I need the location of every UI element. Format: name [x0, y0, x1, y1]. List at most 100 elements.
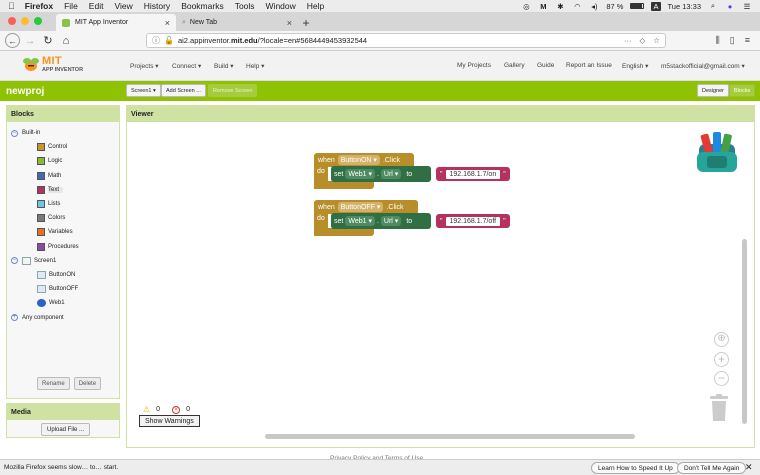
property-dropdown[interactable]: Url ▾ — [380, 216, 402, 226]
designer-button[interactable]: Designer — [697, 84, 730, 97]
menu-tools[interactable]: Tools — [235, 1, 255, 11]
drawer-colors[interactable]: Colors — [11, 211, 119, 225]
gallery-link[interactable]: Gallery — [504, 62, 525, 69]
battery-icon[interactable] — [630, 3, 645, 9]
projects-menu[interactable]: Projects ▾ — [130, 62, 159, 70]
help-menu[interactable]: Help ▾ — [246, 62, 264, 70]
new-tab-button[interactable]: + — [298, 14, 314, 31]
apple-menu-icon[interactable]:  — [8, 1, 15, 11]
menu-app-name[interactable]: Firefox — [25, 1, 53, 11]
close-window-icon[interactable] — [8, 17, 16, 25]
home-button[interactable]: ⌂ — [58, 33, 74, 49]
menu-view[interactable]: View — [114, 1, 132, 11]
account-menu[interactable]: m5stackofficial@gmail.com ▾ — [661, 62, 745, 70]
tree-any-component[interactable]: + Any component — [11, 310, 119, 324]
expand-toggle-icon[interactable]: + — [11, 314, 18, 322]
pocket-icon[interactable]: ◇ — [639, 36, 645, 45]
tree-screen1[interactable]: − Screen1 — [11, 254, 119, 268]
text-string-block[interactable]: " 192.168.1.7/on " — [436, 167, 510, 181]
target-dropdown[interactable]: Web1 ▾ — [345, 169, 375, 179]
menu-window[interactable]: Window — [266, 1, 296, 11]
menu-help[interactable]: Help — [307, 1, 324, 11]
status-circle-icon[interactable]: ◎ — [521, 2, 531, 11]
event-block-buttonoff-click[interactable]: when ButtonOFF ▾ .Click do set Web1 ▾ . … — [314, 200, 514, 240]
recenter-icon[interactable]: ⊕ — [714, 332, 729, 347]
hamburger-menu-icon[interactable]: ≡ — [745, 35, 750, 46]
blocks-button[interactable]: Blocks — [729, 84, 756, 97]
drawer-procedures[interactable]: Procedures — [11, 240, 119, 254]
back-button[interactable]: ← — [5, 33, 20, 48]
horizontal-scrollbar[interactable] — [265, 434, 635, 439]
drawer-variables[interactable]: Variables — [11, 225, 119, 239]
set-property-block[interactable]: set Web1 ▾ . Url ▾ to — [331, 213, 432, 229]
report-issue-link[interactable]: Report an Issue — [566, 62, 612, 69]
trash-icon[interactable] — [709, 394, 729, 422]
guide-link[interactable]: Guide — [537, 62, 554, 69]
string-value-field[interactable]: 192.168.1.7/on — [445, 169, 501, 179]
reload-button[interactable]: ↻ — [40, 33, 56, 49]
component-dropdown[interactable]: ButtonOFF ▾ — [337, 202, 384, 212]
menu-history[interactable]: History — [144, 1, 170, 11]
component-buttonon[interactable]: ButtonON — [11, 268, 119, 282]
menu-bookmarks[interactable]: Bookmarks — [181, 1, 224, 11]
component-web1[interactable]: Web1 — [11, 296, 119, 310]
menu-edit[interactable]: Edit — [89, 1, 104, 11]
m-app-icon[interactable]: M — [538, 2, 548, 11]
property-dropdown[interactable]: Url ▾ — [380, 169, 402, 179]
remove-screen-button[interactable]: Remove Screen — [208, 84, 258, 97]
drawer-logic[interactable]: Logic — [11, 154, 119, 168]
delete-button[interactable]: Delete — [73, 377, 102, 390]
vertical-scrollbar[interactable] — [742, 239, 747, 424]
mit-app-inventor-logo[interactable]: MIT APP INVENTOR — [22, 54, 92, 78]
component-buttonoff[interactable]: ButtonOFF — [11, 282, 119, 296]
blocks-workspace[interactable]: when ButtonON ▾ .Click do set Web1 ▾ . U… — [127, 122, 754, 447]
screen-select-button[interactable]: Screen1 ▾ — [126, 84, 161, 97]
tab-mit-app-inventor[interactable]: MIT App Inventor × — [56, 14, 176, 31]
text-string-block[interactable]: " 192.168.1.7/off " — [436, 214, 510, 228]
close-notification-icon[interactable]: ✕ — [745, 462, 753, 473]
dont-tell-again-button[interactable]: Don't Tell Me Again — [677, 462, 747, 474]
volume-icon[interactable]: ◂) — [589, 2, 599, 11]
battery-percent[interactable]: 87 % — [606, 2, 623, 11]
menu-file[interactable]: File — [64, 1, 78, 11]
sidebar-icon[interactable]: ▯ — [730, 35, 735, 46]
input-source-icon[interactable]: A — [651, 1, 661, 11]
url-bar[interactable]: ⓘ 🔓 ai2.appinventor. mit.edu/?locale=en#5… — [146, 33, 666, 48]
site-info-icon[interactable]: ⓘ — [152, 35, 160, 46]
notification-center-icon[interactable]: ☰ — [742, 2, 752, 11]
collapse-toggle-icon[interactable]: − — [11, 257, 18, 265]
build-menu[interactable]: Build ▾ — [214, 62, 234, 70]
upload-file-button[interactable]: Upload File ... — [41, 423, 91, 436]
connect-menu[interactable]: Connect ▾ — [172, 62, 201, 70]
tab-new-tab[interactable]: ⌕ New Tab × — [176, 14, 298, 31]
siri-icon[interactable]: ● — [725, 2, 735, 11]
forward-button[interactable]: → — [22, 33, 38, 49]
rename-button[interactable]: Rename — [37, 377, 70, 390]
drawer-text[interactable]: Text — [11, 183, 119, 197]
event-block-buttonon-click[interactable]: when ButtonON ▾ .Click do set Web1 ▾ . U… — [314, 153, 514, 193]
library-icon[interactable]: ⫼ — [716, 35, 720, 46]
wifi-icon[interactable]: ◠ — [572, 2, 582, 11]
bluetooth-icon[interactable]: ✱ — [555, 2, 565, 11]
backpack-icon[interactable] — [693, 130, 741, 174]
component-dropdown[interactable]: ButtonON ▾ — [337, 155, 380, 165]
minimize-window-icon[interactable] — [21, 17, 29, 25]
zoom-window-icon[interactable] — [34, 17, 42, 25]
target-dropdown[interactable]: Web1 ▾ — [345, 216, 375, 226]
set-property-block[interactable]: set Web1 ▾ . Url ▾ to — [331, 166, 432, 182]
tab-close-icon[interactable]: × — [287, 18, 292, 28]
clock[interactable]: Tue 13:33 — [668, 2, 702, 11]
tab-close-icon[interactable]: × — [165, 18, 170, 28]
add-screen-button[interactable]: Add Screen ... — [161, 84, 206, 97]
page-actions-icon[interactable]: ··· — [624, 36, 632, 45]
bookmark-star-icon[interactable]: ☆ — [653, 36, 660, 45]
my-projects-link[interactable]: My Projects — [457, 62, 491, 69]
learn-speed-up-button[interactable]: Learn How to Speed It Up — [591, 462, 680, 474]
language-menu[interactable]: English ▾ — [622, 62, 648, 70]
show-warnings-button[interactable]: Show Warnings — [139, 415, 200, 427]
zoom-in-icon[interactable]: + — [714, 352, 729, 367]
drawer-math[interactable]: Math — [11, 169, 119, 183]
zoom-out-icon[interactable]: − — [714, 371, 729, 386]
insecure-lock-icon[interactable]: 🔓 — [164, 36, 174, 45]
drawer-lists[interactable]: Lists — [11, 197, 119, 211]
